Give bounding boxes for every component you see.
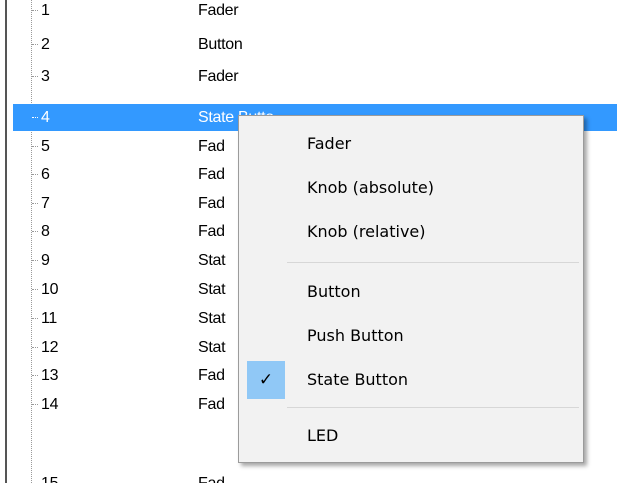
menu-item-button[interactable]: Button <box>239 272 583 312</box>
tree-connector <box>32 318 38 319</box>
control-type-context-menu: Fader Knob (absolute) Knob (relative) Bu… <box>238 115 584 463</box>
menu-item-label: Knob (absolute) <box>307 178 434 197</box>
menu-item-knob-absolute[interactable]: Knob (absolute) <box>239 168 583 208</box>
menu-item-state-button[interactable]: ✓ State Button <box>239 360 583 400</box>
menu-item-label: Knob (relative) <box>307 222 426 241</box>
row-type: Fader <box>198 2 239 19</box>
row-index: 6 <box>41 166 50 183</box>
row-type: Button <box>198 36 243 53</box>
menu-item-knob-relative[interactable]: Knob (relative) <box>239 212 583 252</box>
checkmark-icon: ✓ <box>247 361 285 399</box>
tree-connector <box>32 203 38 204</box>
tree-connector <box>32 260 38 261</box>
row-type: Fad <box>198 396 225 413</box>
tree-connector <box>32 10 38 11</box>
row-index: 13 <box>41 367 59 384</box>
tree-connector <box>32 231 38 232</box>
row-index: 9 <box>41 252 50 269</box>
row-index: 3 <box>41 68 50 85</box>
row-index: 11 <box>41 310 58 327</box>
row-type: Stat <box>198 310 226 327</box>
row-index: 5 <box>41 138 50 155</box>
row-index: 8 <box>41 223 50 240</box>
tree-connector <box>32 117 38 118</box>
tree-connector <box>32 146 38 147</box>
menu-item-fader[interactable]: Fader <box>239 124 583 164</box>
menu-separator <box>287 407 579 408</box>
row-type: Fad <box>198 195 225 212</box>
row-index: 2 <box>41 36 50 53</box>
menu-item-push-button[interactable]: Push Button <box>239 316 583 356</box>
row-index: 10 <box>41 281 59 298</box>
row-type: Stat <box>198 281 226 298</box>
row-index: 4 <box>41 109 50 126</box>
menu-item-led[interactable]: LED <box>239 416 583 456</box>
row-type: Fader <box>198 68 239 85</box>
row-type: Stat <box>198 252 226 269</box>
tree-row[interactable]: 15 Fad <box>0 470 617 483</box>
menu-item-label: Fader <box>307 134 352 153</box>
tree-connector <box>32 174 38 175</box>
tree-row[interactable]: 3 Fader <box>0 63 617 90</box>
tree-connector <box>32 289 38 290</box>
row-type: Fad <box>198 138 225 155</box>
row-index: 14 <box>41 396 59 413</box>
tree-row[interactable]: 2 Button <box>0 31 617 58</box>
row-index: 12 <box>41 339 59 356</box>
row-type: Fad <box>198 470 225 483</box>
row-type: Fad <box>198 166 225 183</box>
menu-item-label: LED <box>307 426 339 445</box>
menu-item-label: Push Button <box>307 326 404 345</box>
menu-separator <box>287 262 579 263</box>
tree-row[interactable]: 1 Fader <box>0 0 617 24</box>
row-type: Stat <box>198 339 226 356</box>
row-index: 15 <box>41 470 59 483</box>
row-type: Fad <box>198 367 225 384</box>
tree-connector <box>32 76 38 77</box>
tree-connector <box>32 44 38 45</box>
menu-item-label: State Button <box>307 370 409 389</box>
tree-connector <box>32 404 38 405</box>
menu-item-label: Button <box>307 282 361 301</box>
row-index: 7 <box>41 195 50 212</box>
row-index: 1 <box>41 2 50 19</box>
tree-connector <box>32 347 38 348</box>
tree-connector <box>32 375 38 376</box>
row-type: Fad <box>198 223 225 240</box>
